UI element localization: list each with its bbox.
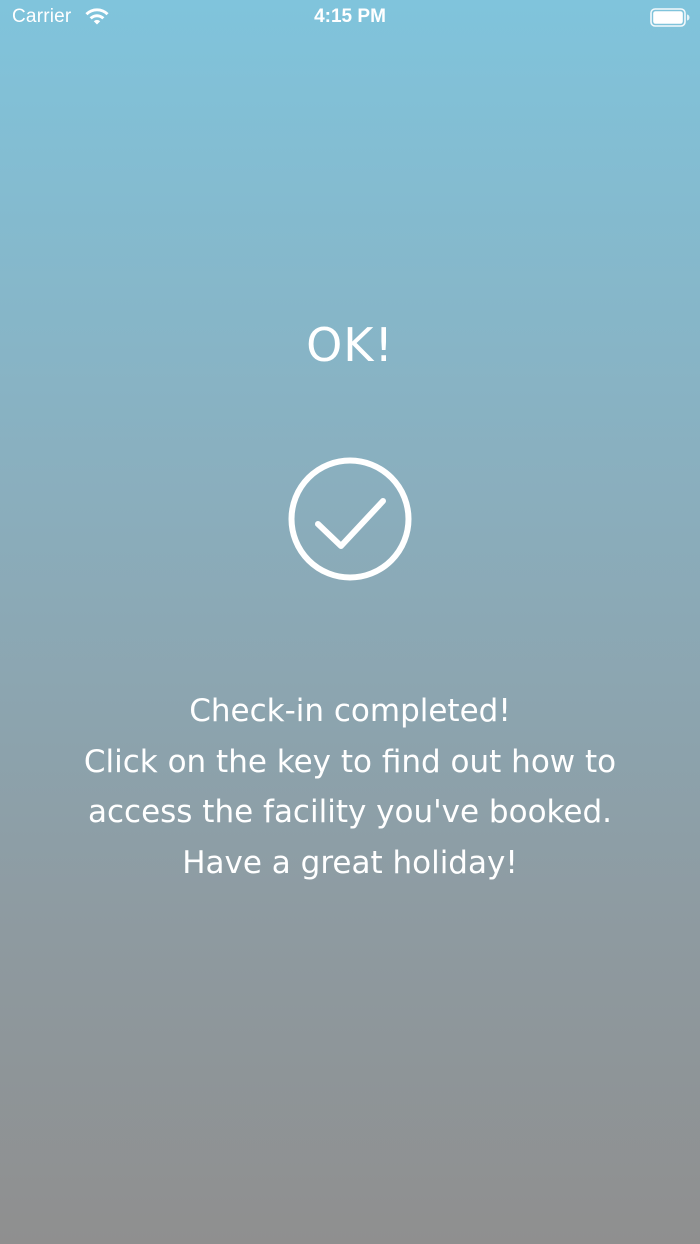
page-title: OK! <box>306 318 394 372</box>
battery-full-icon <box>650 8 690 27</box>
status-time: 4:15 PM <box>314 6 386 27</box>
message-line-2: Click on the key to find out how to <box>83 743 617 780</box>
check-circle-icon <box>288 457 412 581</box>
message-line-3: access the facility you've booked. <box>87 794 612 830</box>
status-bar: Carrier 4:15 PM <box>0 0 700 36</box>
message-line-4: Have a great holiday! <box>182 844 518 881</box>
success-screen: Carrier 4:15 PM OK! Check-in completed! … <box>0 0 700 1244</box>
confirmation-message: Check-in completed! Click on the key to … <box>30 686 670 888</box>
message-line-1: Check-in completed! <box>189 693 511 729</box>
